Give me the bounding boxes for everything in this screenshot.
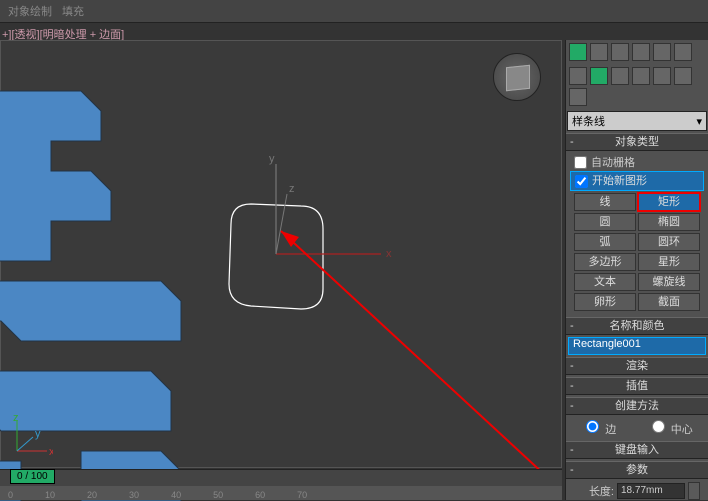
rollout-params[interactable]: 参数 bbox=[566, 461, 708, 479]
egg-button[interactable]: 卵形 bbox=[574, 293, 636, 311]
category-dropdown[interactable]: 样条线 bbox=[567, 111, 707, 131]
modify-tab-icon[interactable] bbox=[590, 43, 608, 61]
donut-button[interactable]: 圆环 bbox=[638, 233, 700, 251]
star-button[interactable]: 星形 bbox=[638, 253, 700, 271]
svg-text:x: x bbox=[386, 248, 392, 260]
start-new-shape-checkbox[interactable]: 开始新图形 bbox=[570, 171, 704, 191]
helix-button[interactable]: 螺旋线 bbox=[638, 273, 700, 291]
spinner-arrows-icon[interactable] bbox=[688, 482, 700, 500]
line-button[interactable]: 线 bbox=[574, 193, 636, 211]
svg-text:y: y bbox=[35, 428, 41, 440]
rollout-keyboard[interactable]: 键盘输入 bbox=[566, 441, 708, 459]
mode-label: 对象绘制 bbox=[8, 3, 52, 19]
polygon-button[interactable]: 多边形 bbox=[574, 253, 636, 271]
hierarchy-tab-icon[interactable] bbox=[611, 43, 629, 61]
text-button[interactable]: 文本 bbox=[574, 273, 636, 291]
geometry-icon[interactable] bbox=[569, 67, 587, 85]
create-tab-icon[interactable] bbox=[569, 43, 587, 61]
cameras-icon[interactable] bbox=[632, 67, 650, 85]
svg-text:z: z bbox=[289, 183, 295, 195]
viewport[interactable]: x y z x z y bbox=[0, 40, 562, 468]
shapes-icon[interactable] bbox=[590, 67, 608, 85]
fill-label: 填充 bbox=[62, 3, 84, 19]
space-warps-icon[interactable] bbox=[674, 67, 692, 85]
rollout-object-type[interactable]: 对象类型 bbox=[566, 133, 708, 151]
rectangle-button[interactable]: 矩形 bbox=[638, 193, 700, 211]
timeline[interactable]: 010203040506070 bbox=[0, 486, 562, 500]
viewcube[interactable] bbox=[493, 53, 541, 101]
utilities-tab-icon[interactable] bbox=[674, 43, 692, 61]
arc-button[interactable]: 弧 bbox=[574, 233, 636, 251]
section-button[interactable]: 截面 bbox=[638, 293, 700, 311]
command-panel: 样条线 对象类型 自动栅格 开始新图形 线 矩形 圆 椭圆 弧 圆环 多边形 星… bbox=[565, 40, 708, 500]
svg-text:y: y bbox=[269, 154, 275, 165]
lights-icon[interactable] bbox=[611, 67, 629, 85]
rollout-method[interactable]: 创建方法 bbox=[566, 397, 708, 415]
motion-tab-icon[interactable] bbox=[632, 43, 650, 61]
circle-button[interactable]: 圆 bbox=[574, 213, 636, 231]
ellipse-button[interactable]: 椭圆 bbox=[638, 213, 700, 231]
length-input[interactable]: 18.77mm bbox=[617, 483, 685, 499]
helpers-icon[interactable] bbox=[653, 67, 671, 85]
object-name-field[interactable]: Rectangle001 bbox=[568, 337, 706, 355]
rollout-name-color[interactable]: 名称和颜色 bbox=[566, 317, 708, 335]
auto-grid-checkbox[interactable]: 自动栅格 bbox=[570, 153, 704, 171]
svg-text:x: x bbox=[49, 446, 53, 457]
center-radio[interactable]: 中心 bbox=[647, 417, 693, 437]
rollout-render[interactable]: 渲染 bbox=[566, 357, 708, 375]
rollout-interp[interactable]: 插值 bbox=[566, 377, 708, 395]
bottom-bar: 0 / 100 010203040506070 bbox=[0, 469, 562, 500]
display-tab-icon[interactable] bbox=[653, 43, 671, 61]
frame-counter[interactable]: 0 / 100 bbox=[10, 469, 55, 484]
svg-text:z: z bbox=[13, 415, 19, 424]
edge-radio[interactable]: 边 bbox=[581, 417, 616, 437]
systems-icon[interactable] bbox=[569, 88, 587, 106]
